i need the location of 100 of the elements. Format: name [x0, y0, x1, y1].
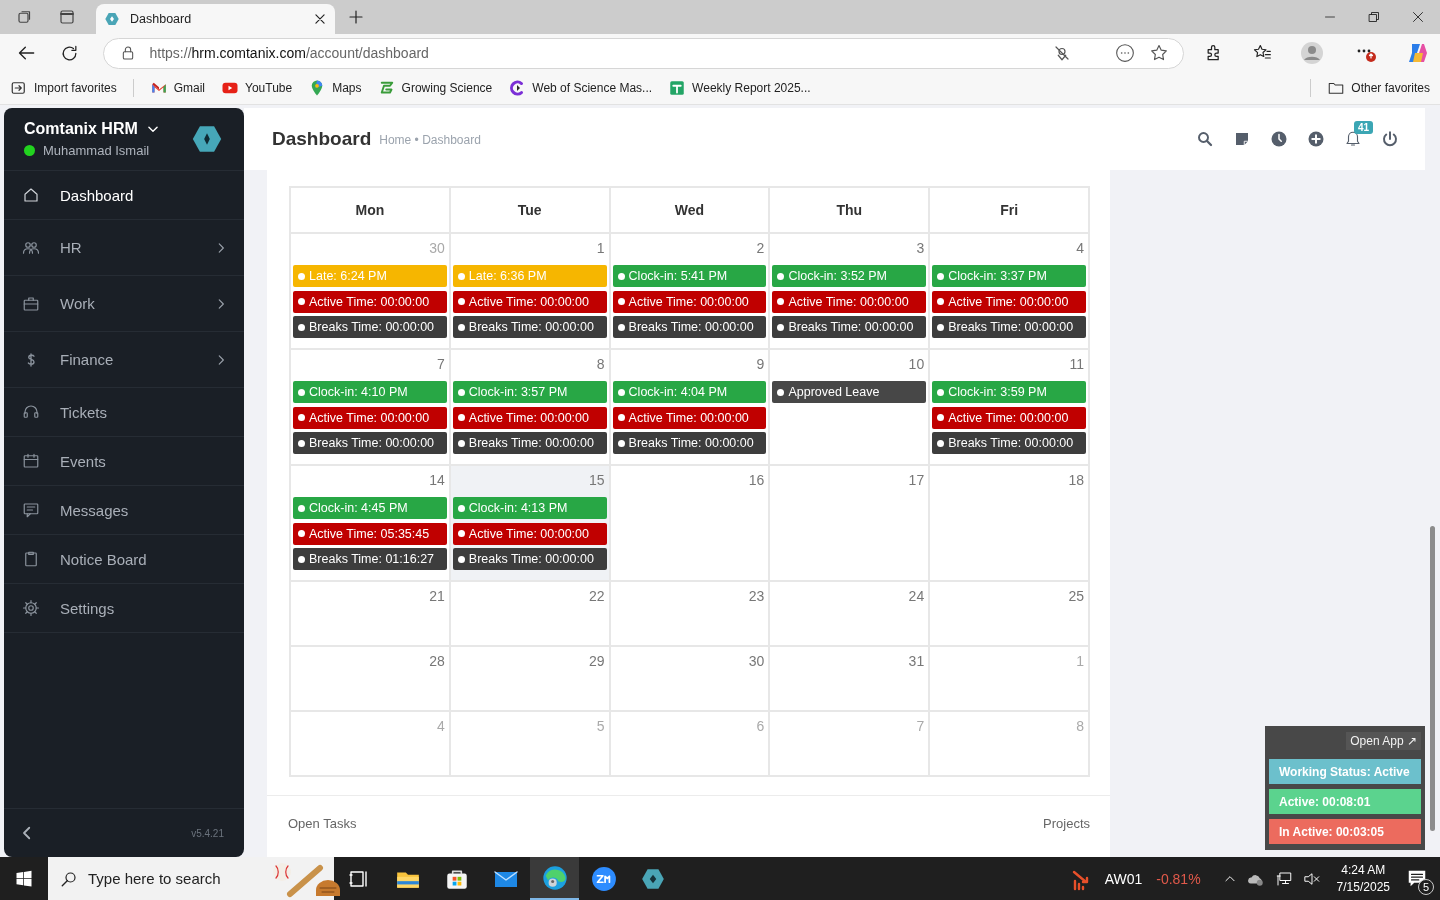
calendar-event[interactable]: Active Time: 00:00:00 — [772, 290, 927, 313]
sidebar-item[interactable]: Events — [4, 437, 244, 486]
calendar-day[interactable]: 30 Late: 6:24 PM Active Time: 00:00:00 Breaks Time: 00:00:00 — [290, 233, 450, 349]
headset-icon — [22, 403, 40, 421]
calendar-event[interactable]: Active Time: 00:00:00 — [932, 290, 1086, 313]
sidebar-item[interactable]: Dashboard — [4, 171, 244, 220]
tracker-status: Active: 00:08:01 — [1269, 789, 1421, 814]
calendar-event[interactable]: Breaks Time: 00:00:00 — [452, 548, 607, 570]
section-title: Open Tasks — [288, 816, 357, 833]
day-number: 10 — [907, 355, 926, 373]
calendar-day[interactable]: 9 Clock-in: 4:04 PM Active Time: 00:00:00 Breaks Time: 00:00:00 — [609, 349, 770, 465]
power-icon[interactable] — [1381, 130, 1399, 148]
close-icon[interactable] — [313, 12, 327, 26]
calendar-day[interactable]: 21 — [290, 581, 450, 646]
calendar-event[interactable]: Active Time: 00:00:00 — [293, 406, 447, 429]
restore-icon[interactable] — [1368, 11, 1380, 23]
clock-icon[interactable] — [1270, 130, 1288, 148]
favorite-link[interactable]: YouTube — [221, 79, 293, 97]
favorite-link[interactable]: Web of Science Mas... — [508, 79, 653, 97]
calendar-event[interactable]: Breaks Time: 01:16:27 — [293, 548, 447, 570]
hexagon-icon — [104, 11, 120, 27]
weekday-header: Wed — [609, 187, 770, 233]
network-icon[interactable] — [1274, 869, 1293, 888]
new-tab-icon[interactable] — [347, 8, 365, 26]
calendar-event[interactable]: Active Time: 00:00:00 — [452, 406, 607, 429]
calendar-day[interactable]: 18 — [929, 465, 1089, 581]
calendar-event[interactable]: Breaks Time: 00:00:00 — [932, 316, 1086, 338]
calendar-event[interactable]: Breaks Time: 00:00:00 — [452, 316, 607, 338]
calendar-day[interactable]: 4 Clock-in: 3:37 PM Active Time: 00:00:00 Breaks Time: 00:00:00 — [929, 233, 1089, 349]
search-icon[interactable] — [1196, 130, 1214, 148]
sidebar-item[interactable]: Settings — [4, 584, 244, 633]
address-bar[interactable]: https://hrm.comtanix.com/account/dashboard — [102, 37, 1184, 69]
calendar-day[interactable]: 10 Approved Leave — [769, 349, 930, 465]
windows-logo-icon[interactable] — [15, 869, 33, 888]
favorite-link[interactable]: Gmail — [149, 79, 206, 97]
calendar-event[interactable]: Active Time: 00:00:00 — [612, 406, 767, 429]
calendar-day[interactable]: 7 Clock-in: 4:10 PM Active Time: 00:00:00 Breaks Time: 00:00:00 — [290, 349, 450, 465]
calendar-day[interactable]: 22 — [449, 581, 610, 646]
calendar-event[interactable]: Active Time: 00:00:00 — [452, 290, 607, 313]
calendar-event[interactable]: Breaks Time: 00:00:00 — [612, 432, 767, 454]
bell-icon[interactable] — [1344, 130, 1362, 148]
calendar-day[interactable]: 29 — [449, 646, 610, 711]
calendar-event[interactable]: Breaks Time: 00:00:00 — [293, 316, 447, 338]
browser-tab[interactable]: Dashboard — [96, 4, 335, 34]
calendar-event[interactable]: Active Time: 00:00:00 — [452, 522, 607, 545]
calendar-event[interactable]: Breaks Time: 00:00:00 — [772, 316, 927, 338]
sidebar-item[interactable]: Work — [4, 276, 244, 332]
sidebar-item[interactable]: Notice Board — [4, 535, 244, 584]
favorite-link[interactable]: Maps — [308, 79, 362, 97]
favorite-link[interactable]: Growing Science — [377, 79, 493, 97]
user-name: Muhammad Ismail — [43, 143, 150, 158]
sidebar-item[interactable]: Finance — [4, 332, 244, 388]
close-icon[interactable] — [1412, 11, 1424, 23]
calendar-day[interactable]: 31 — [769, 646, 930, 711]
calendar-event[interactable]: Breaks Time: 00:00:00 — [612, 316, 767, 338]
star-icon[interactable] — [1149, 43, 1169, 63]
calendar-event[interactable]: Active Time: 00:00:00 — [932, 406, 1086, 429]
calendar-event[interactable]: Active Time: 00:00:00 — [612, 290, 767, 313]
calendar-day[interactable]: 30 — [609, 646, 770, 711]
scrollbar[interactable] — [1430, 526, 1435, 831]
favorite-link[interactable]: Other favorites — [1327, 79, 1430, 97]
profile-avatar-icon[interactable] — [1300, 41, 1324, 65]
calendar-day[interactable]: 14 Clock-in: 4:45 PM Active Time: 05:35:45 Breaks Time: 01:16:27 — [290, 465, 450, 581]
day-number: 14 — [428, 471, 446, 489]
calendar-event[interactable]: Breaks Time: 00:00:00 — [452, 432, 607, 454]
day-number: 25 — [1067, 587, 1085, 605]
calendar-day[interactable]: 23 — [609, 581, 770, 646]
calendar-day[interactable]: 15 Clock-in: 4:13 PM Active Time: 00:00:00 Breaks Time: 00:00:00 — [449, 465, 610, 581]
favorite-link[interactable]: Weekly Report 2025... — [668, 79, 811, 97]
calendar-day[interactable]: 25 — [929, 581, 1089, 646]
calendar-event[interactable]: Breaks Time: 00:00:00 — [932, 432, 1086, 454]
browser-logo-icon[interactable] — [540, 863, 569, 892]
open-app-button[interactable]: Open App ↗ — [1346, 732, 1421, 750]
search-input[interactable]: Type here to search — [86, 869, 260, 888]
calendar-event[interactable]: Active Time: 00:00:00 — [293, 290, 447, 313]
sidebar-item[interactable]: Tickets — [4, 388, 244, 437]
calendar-day[interactable]: 8 Clock-in: 3:57 PM Active Time: 00:00:00 Breaks Time: 00:00:00 — [449, 349, 610, 465]
tracking-off-icon[interactable] — [1053, 44, 1071, 62]
calendar-day[interactable]: 11 Clock-in: 3:59 PM Active Time: 00:00:00 Breaks Time: 00:00:00 — [929, 349, 1089, 465]
add-icon[interactable] — [1307, 130, 1325, 148]
calendar-day[interactable]: 24 — [769, 581, 930, 646]
calendar-day[interactable]: 1 Late: 6:36 PM Active Time: 00:00:00 Breaks Time: 00:00:00 — [449, 233, 610, 349]
tab-actions-icon[interactable] — [58, 8, 76, 26]
taskbar-app[interactable] — [530, 857, 579, 900]
calendar-event[interactable]: Approved Leave — [772, 381, 927, 403]
sidebar-item[interactable]: Messages — [4, 486, 244, 535]
briefcase-icon — [22, 294, 40, 313]
sticky-note-icon[interactable] — [1233, 130, 1251, 148]
copilot-logo-icon[interactable] — [1406, 41, 1430, 65]
calendar-day[interactable]: 3 Clock-in: 3:52 PM Active Time: 00:00:00 Breaks Time: 00:00:00 — [769, 233, 930, 349]
calendar-day[interactable]: 2 Clock-in: 5:41 PM Active Time: 00:00:00 Breaks Time: 00:00:00 — [609, 233, 770, 349]
calendar-day[interactable]: 16 — [609, 465, 770, 581]
calendar-event[interactable]: Active Time: 05:35:45 — [293, 522, 447, 545]
sidebar-item[interactable]: HR — [4, 220, 244, 276]
favorite-link[interactable]: Import favorites — [10, 79, 117, 97]
calendar-day[interactable]: 17 — [769, 465, 930, 581]
calendar-day[interactable]: 28 — [290, 646, 450, 711]
video-chat-icon[interactable] — [590, 865, 617, 892]
more-options-icon[interactable] — [1115, 43, 1135, 63]
calendar-event[interactable]: Breaks Time: 00:00:00 — [293, 432, 447, 454]
